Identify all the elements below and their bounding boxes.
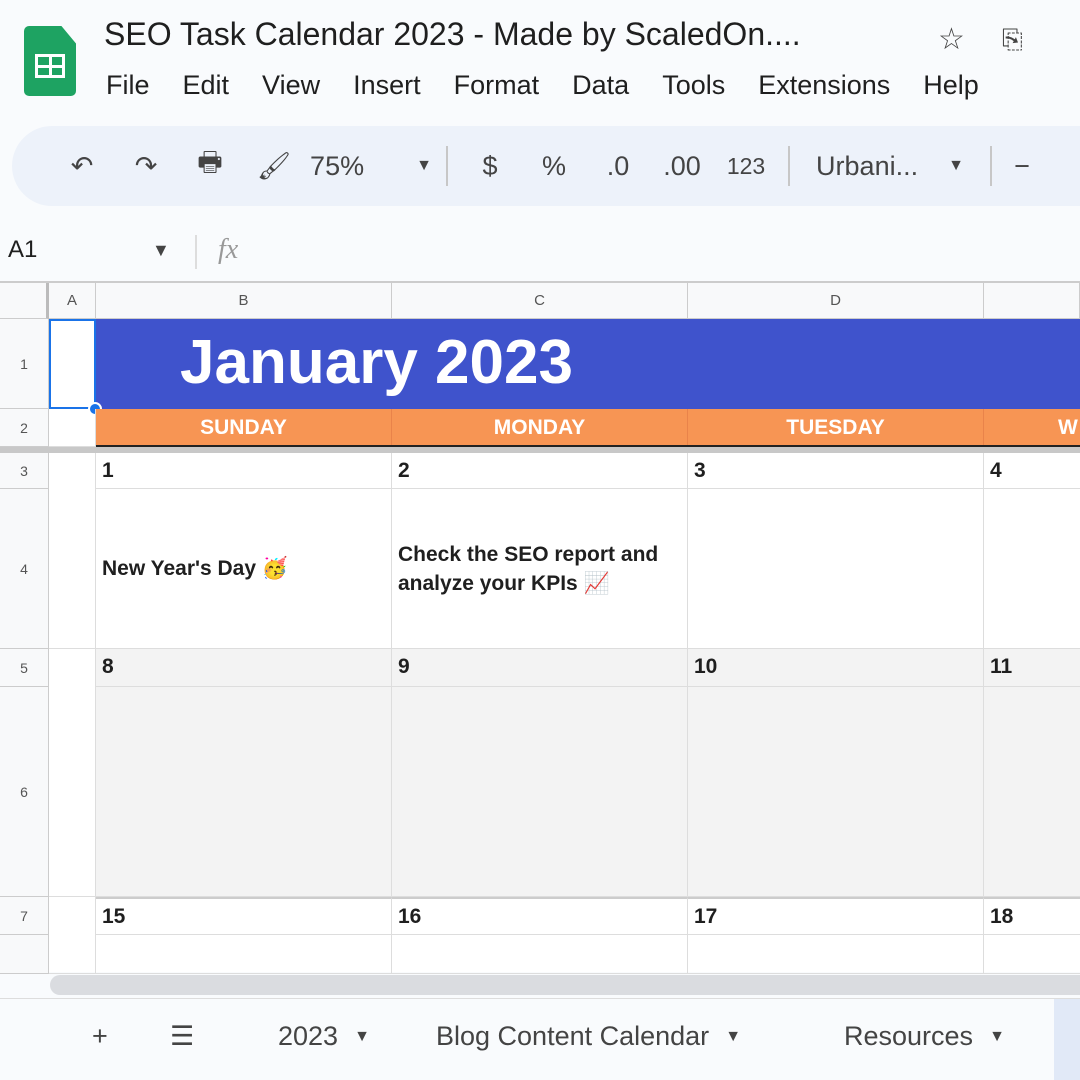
star-icon[interactable]: ☆ xyxy=(938,22,965,57)
task-cell[interactable]: Check the SEO report and analyze your KP… xyxy=(392,489,688,649)
task-cell[interactable] xyxy=(688,935,984,974)
chevron-down-icon: ▼ xyxy=(416,157,432,174)
move-folder-icon[interactable]: ⎘ xyxy=(1002,24,1023,56)
date-cell[interactable]: 15 xyxy=(96,897,392,935)
task-cell[interactable] xyxy=(392,935,688,974)
paint-format-icon[interactable]: 🖌 xyxy=(242,141,306,191)
date-cell[interactable]: 2 xyxy=(392,453,688,489)
divider xyxy=(788,146,790,186)
column-header-c[interactable]: C xyxy=(392,283,688,319)
increase-decimal-button[interactable]: .00 xyxy=(650,141,714,191)
task-cell[interactable] xyxy=(96,935,392,974)
undo-icon[interactable]: ↶ xyxy=(50,141,114,191)
currency-button[interactable]: $ xyxy=(458,141,522,191)
task-cell[interactable] xyxy=(984,935,1080,974)
row-header-8[interactable] xyxy=(0,935,49,974)
divider xyxy=(990,146,992,186)
font-select[interactable]: Urbani... ▼ xyxy=(800,141,980,191)
task-cell[interactable] xyxy=(984,687,1080,897)
add-sheet-button[interactable]: + xyxy=(92,1021,108,1052)
menu-insert[interactable]: Insert xyxy=(353,70,421,101)
decrease-decimal-button[interactable]: .0 xyxy=(586,141,650,191)
toolbar: ↶ ↷ 🖶 🖌 75% ▼ $ % .0 .00 123 Urbani... ▼ − xyxy=(12,126,1080,206)
border xyxy=(96,445,1080,447)
menu-data[interactable]: Data xyxy=(572,70,629,101)
zoom-select[interactable]: 75% ▼ xyxy=(306,141,436,191)
task-cell[interactable] xyxy=(392,687,688,897)
row-header-5[interactable]: 5 xyxy=(0,649,49,687)
sheet-tabs-bar: + ☰ 2023 ▼ Blog Content Calendar ▼ Resourc… xyxy=(0,998,1080,1080)
date-cell[interactable]: 10 xyxy=(688,649,984,687)
day-monday: MONDAY xyxy=(392,409,688,447)
chevron-down-icon: ▼ xyxy=(948,157,964,174)
row-header-3[interactable]: 3 xyxy=(0,453,49,489)
column-header-b[interactable]: B xyxy=(96,283,392,319)
decrease-font-size-button[interactable]: − xyxy=(1002,141,1042,191)
row-header-7[interactable]: 7 xyxy=(0,897,49,935)
cell[interactable] xyxy=(49,897,96,974)
select-all-corner[interactable] xyxy=(0,283,49,319)
date-cell[interactable]: 17 xyxy=(688,897,984,935)
date-cell[interactable]: 8 xyxy=(96,649,392,687)
cell[interactable] xyxy=(49,453,96,649)
menu-bar: File Edit View Insert Format Data Tools … xyxy=(106,70,979,101)
sheets-logo[interactable] xyxy=(24,26,76,96)
date-cell[interactable]: 4 xyxy=(984,453,1080,489)
menu-extensions[interactable]: Extensions xyxy=(758,70,890,101)
document-title[interactable]: SEO Task Calendar 2023 - Made by ScaledO… xyxy=(104,16,801,53)
print-icon[interactable]: 🖶 xyxy=(178,141,242,191)
divider xyxy=(446,146,448,186)
selected-cell-a1[interactable] xyxy=(49,319,96,409)
menu-view[interactable]: View xyxy=(262,70,320,101)
task-cell[interactable] xyxy=(688,489,984,649)
name-box[interactable]: A1 xyxy=(8,236,37,264)
task-cell[interactable] xyxy=(984,489,1080,649)
cell[interactable] xyxy=(49,409,96,447)
column-header-d[interactable]: D xyxy=(688,283,984,319)
all-sheets-button[interactable]: ☰ xyxy=(170,1021,194,1052)
chevron-down-icon: ▼ xyxy=(725,1027,742,1045)
cell[interactable] xyxy=(49,649,96,897)
redo-icon[interactable]: ↷ xyxy=(114,141,178,191)
date-cell[interactable]: 3 xyxy=(688,453,984,489)
sheet-tab-resources[interactable]: Resources ▼ xyxy=(844,1021,1005,1052)
column-header-e[interactable] xyxy=(984,283,1080,319)
row-header-6[interactable]: 6 xyxy=(0,687,49,897)
task-cell[interactable] xyxy=(688,687,984,897)
month-title: January 2023 xyxy=(180,328,573,397)
fx-icon: fx xyxy=(218,234,239,265)
sheet-tab-blog-content-calendar[interactable]: Blog Content Calendar ▼ xyxy=(436,1021,741,1052)
task-cell[interactable]: New Year's Day 🥳 xyxy=(96,489,392,649)
percent-button[interactable]: % xyxy=(522,141,586,191)
day-sunday: SUNDAY xyxy=(96,409,392,447)
menu-format[interactable]: Format xyxy=(454,70,540,101)
active-sheet-tab[interactable] xyxy=(1054,999,1080,1080)
column-header-a[interactable]: A xyxy=(49,283,96,319)
row-header-1[interactable]: 1 xyxy=(0,319,49,409)
sheet-tab-2023[interactable]: 2023 ▼ xyxy=(278,1021,370,1052)
row-header-4[interactable]: 4 xyxy=(0,489,49,649)
date-cell[interactable]: 18 xyxy=(984,897,1080,935)
menu-tools[interactable]: Tools xyxy=(662,70,725,101)
chevron-down-icon: ▼ xyxy=(354,1027,370,1045)
chevron-down-icon: ▼ xyxy=(989,1027,1005,1045)
number-format-button[interactable]: 123 xyxy=(714,141,778,191)
menu-file[interactable]: File xyxy=(106,70,150,101)
row-header-2[interactable]: 2 xyxy=(0,409,49,447)
day-tuesday: TUESDAY xyxy=(688,409,984,447)
date-cell[interactable]: 16 xyxy=(392,897,688,935)
menu-help[interactable]: Help xyxy=(923,70,979,101)
date-cell[interactable]: 9 xyxy=(392,649,688,687)
horizontal-scrollbar[interactable] xyxy=(50,975,1080,995)
menu-edit[interactable]: Edit xyxy=(183,70,230,101)
task-cell[interactable] xyxy=(96,687,392,897)
date-cell[interactable]: 1 xyxy=(96,453,392,489)
spreadsheet-grid[interactable]: A B C D 1 2 3 4 5 6 7 January 2023 SUNDA… xyxy=(0,281,1080,974)
chevron-down-icon[interactable]: ▼ xyxy=(152,240,170,261)
date-cell[interactable]: 11 xyxy=(984,649,1080,687)
day-wednesday: W xyxy=(984,409,1080,447)
divider xyxy=(195,235,197,269)
